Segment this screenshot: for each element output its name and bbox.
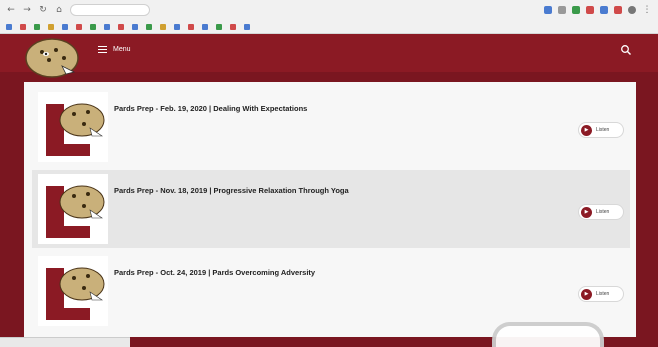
- forward-icon[interactable]: →: [22, 5, 32, 15]
- extension-icon[interactable]: [614, 6, 622, 14]
- bookmark-favicon-icon: [76, 24, 82, 30]
- episode-title[interactable]: Pards Prep - Nov. 18, 2019 | Progressive…: [114, 186, 630, 195]
- play-icon: ▶: [581, 206, 592, 218]
- episode-thumbnail[interactable]: [38, 92, 108, 162]
- bookmark-favicon-icon: [216, 24, 222, 30]
- bookmark-item[interactable]: [62, 24, 70, 30]
- extension-icon[interactable]: [572, 6, 580, 14]
- menu-label: Menu: [113, 46, 131, 53]
- bookmark-item[interactable]: [34, 24, 42, 30]
- browser-chrome: ← → ↻ ⌂ ⋮: [0, 0, 658, 34]
- reload-icon[interactable]: ↻: [38, 5, 48, 15]
- bookmark-item[interactable]: [76, 24, 84, 30]
- listen-button[interactable]: ▶ Listen: [578, 122, 624, 138]
- bookmark-favicon-icon: [62, 24, 68, 30]
- bookmark-item[interactable]: [174, 24, 182, 30]
- episode-date: [114, 258, 630, 264]
- hamburger-icon: [98, 46, 107, 53]
- bookmark-item[interactable]: [132, 24, 140, 30]
- episode-item[interactable]: Pards Prep - Oct. 24, 2019 | Pards Overc…: [32, 252, 630, 330]
- episode-title[interactable]: Pards Prep - Feb. 19, 2020 | Dealing Wit…: [114, 104, 630, 113]
- site-header: [0, 34, 658, 72]
- episode-title[interactable]: Pards Prep - Oct. 24, 2019 | Pards Overc…: [114, 268, 630, 277]
- bookmark-item[interactable]: [104, 24, 112, 30]
- extension-icon[interactable]: [558, 6, 566, 14]
- bookmark-favicon-icon: [48, 24, 54, 30]
- listen-label: Listen: [596, 209, 610, 215]
- play-icon: ▶: [581, 124, 592, 136]
- episode-thumbnail[interactable]: [38, 174, 108, 244]
- search-icon[interactable]: [620, 44, 632, 56]
- bookmark-item[interactable]: [230, 24, 238, 30]
- episode-item[interactable]: Pards Prep - Feb. 19, 2020 | Dealing Wit…: [32, 88, 630, 166]
- bookmark-favicon-icon: [174, 24, 180, 30]
- episode-thumbnail[interactable]: [38, 256, 108, 326]
- home-icon[interactable]: ⌂: [54, 5, 64, 15]
- listen-button[interactable]: ▶ Listen: [578, 204, 624, 220]
- extension-icon[interactable]: [544, 6, 552, 14]
- leopard-l-logo-icon: [46, 267, 105, 320]
- bookmark-item[interactable]: [188, 24, 196, 30]
- bookmark-item[interactable]: [90, 24, 98, 30]
- bookmark-item[interactable]: [202, 24, 210, 30]
- bookmark-item[interactable]: [6, 24, 14, 30]
- bookmark-item[interactable]: [118, 24, 126, 30]
- status-bar: [0, 337, 130, 347]
- profile-avatar[interactable]: [628, 6, 636, 14]
- bookmark-favicon-icon: [20, 24, 26, 30]
- extension-icon[interactable]: [586, 6, 594, 14]
- bookmark-favicon-icon: [132, 24, 138, 30]
- bookmark-favicon-icon: [146, 24, 152, 30]
- bookmark-item[interactable]: [48, 24, 56, 30]
- bookmark-favicon-icon: [244, 24, 250, 30]
- back-icon[interactable]: ←: [6, 5, 16, 15]
- bookmark-item[interactable]: [146, 24, 154, 30]
- extension-icon[interactable]: [600, 6, 608, 14]
- episode-item[interactable]: Pards Prep - Nov. 18, 2019 | Progressive…: [32, 170, 630, 248]
- more-menu-icon[interactable]: ⋮: [642, 5, 652, 15]
- episode-date: [114, 176, 630, 182]
- episode-date: [114, 94, 630, 100]
- bookmark-favicon-icon: [104, 24, 110, 30]
- leopard-l-logo-icon: [46, 185, 105, 238]
- listen-button[interactable]: ▶ Listen: [578, 286, 624, 302]
- bookmark-favicon-icon: [34, 24, 40, 30]
- bookmark-favicon-icon: [202, 24, 208, 30]
- overlay-shape: [492, 322, 604, 347]
- bookmark-favicon-icon: [160, 24, 166, 30]
- bookmark-item[interactable]: [244, 24, 252, 30]
- leopard-logo[interactable]: [22, 36, 80, 80]
- browser-toolbar: ← → ↻ ⌂ ⋮: [0, 0, 658, 20]
- bookmark-item[interactable]: [160, 24, 168, 30]
- bookmark-favicon-icon: [118, 24, 124, 30]
- listen-label: Listen: [596, 127, 610, 133]
- listen-label: Listen: [596, 291, 610, 297]
- leopard-l-logo-icon: [46, 103, 105, 156]
- bookmark-item[interactable]: [20, 24, 28, 30]
- bookmark-favicon-icon: [230, 24, 236, 30]
- menu-button[interactable]: Menu: [98, 46, 131, 53]
- bookmark-favicon-icon: [6, 24, 12, 30]
- bookmarks-bar: [0, 20, 658, 34]
- address-bar[interactable]: [70, 4, 150, 16]
- bookmark-favicon-icon: [90, 24, 96, 30]
- bookmark-item[interactable]: [216, 24, 224, 30]
- play-icon: ▶: [581, 288, 592, 300]
- episode-list: Pards Prep - Feb. 19, 2020 | Dealing Wit…: [24, 82, 636, 337]
- bookmark-favicon-icon: [188, 24, 194, 30]
